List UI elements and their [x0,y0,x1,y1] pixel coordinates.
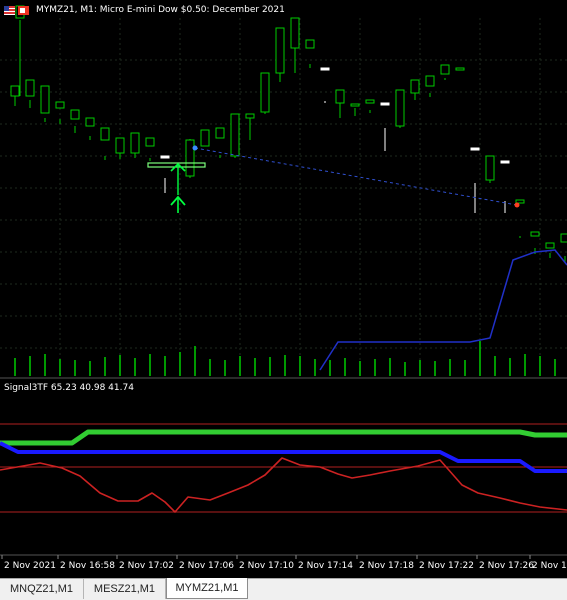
candle-body [485,155,495,181]
candle-body [410,79,420,94]
candle-body [115,137,125,154]
candle-body [100,127,110,141]
candle-body [545,242,555,249]
candle-body [500,160,510,164]
candle-body [365,99,375,104]
x-tick-label: 2 Nov 2021 [4,561,56,571]
x-tick-label: 2 Nov 17:18 [359,561,414,571]
x-tick-label: 2 Nov 17:22 [419,561,474,571]
x-tick-label: 2 Nov 17:14 [298,561,353,571]
candle-body [70,109,80,120]
x-tick-label: 2 Nov 17:02 [119,561,174,571]
candle-body [560,233,567,243]
price-chart[interactable]: 2 Nov 2021 2 Nov 16:58 2 Nov 17:02 2 Nov 17… [0,0,567,578]
candle-body [215,127,225,139]
candle-body [350,103,360,107]
x-tick-label: 2 Nov 17: [532,561,567,571]
candle-body [260,72,270,113]
candle-body [130,132,140,154]
candle-body [145,137,155,147]
x-tick-label: 2 Nov 17:26 [479,561,534,571]
candle-body [290,17,300,49]
target-marker [514,202,520,208]
candle-body [55,101,65,109]
tab-mesz21[interactable]: MESZ21,M1 [84,579,166,599]
candle-body [470,147,480,151]
x-tick-label: 2 Nov 16:58 [60,561,115,571]
tab-mnqz21[interactable]: MNQZ21,M1 [0,579,84,599]
candle-body [10,85,20,97]
us-flag-icon [4,5,15,15]
candle-body [425,75,435,87]
chart-title-bar: MYMZ21, M1: Micro E-mini Dow $0.50: Dece… [4,3,285,17]
x-tick-label: 2 Nov 17:06 [179,561,234,571]
candle-body [380,102,390,106]
entry-marker [192,145,198,151]
indicator-label: Signal3TF 65.23 40.98 41.74 [4,383,134,393]
candle-body [200,129,210,147]
tab-mymz21[interactable]: MYMZ21,M1 [166,578,248,599]
candle-body [335,89,345,104]
candle-body [455,67,465,71]
candle-body [185,139,195,177]
chart-title: MYMZ21, M1: Micro E-mini Dow $0.50: Dece… [36,5,285,15]
candle-body [530,231,540,237]
candle-body [25,79,35,97]
chart-flag-icon [18,5,29,15]
candle-body [85,117,95,127]
x-tick-label: 2 Nov 17:10 [239,561,294,571]
candle-body [40,85,50,114]
candle-body [160,155,170,159]
candle-body [395,89,405,127]
candle-body [245,113,255,119]
chart-background [0,0,567,578]
candle-body [305,39,315,49]
candle-body [320,67,330,71]
candle-body [275,27,285,74]
candle-body [440,64,450,75]
candle-body [230,113,240,157]
chart-tabs: MNQZ21,M1 MESZ21,M1 MYMZ21,M1 [0,578,567,600]
